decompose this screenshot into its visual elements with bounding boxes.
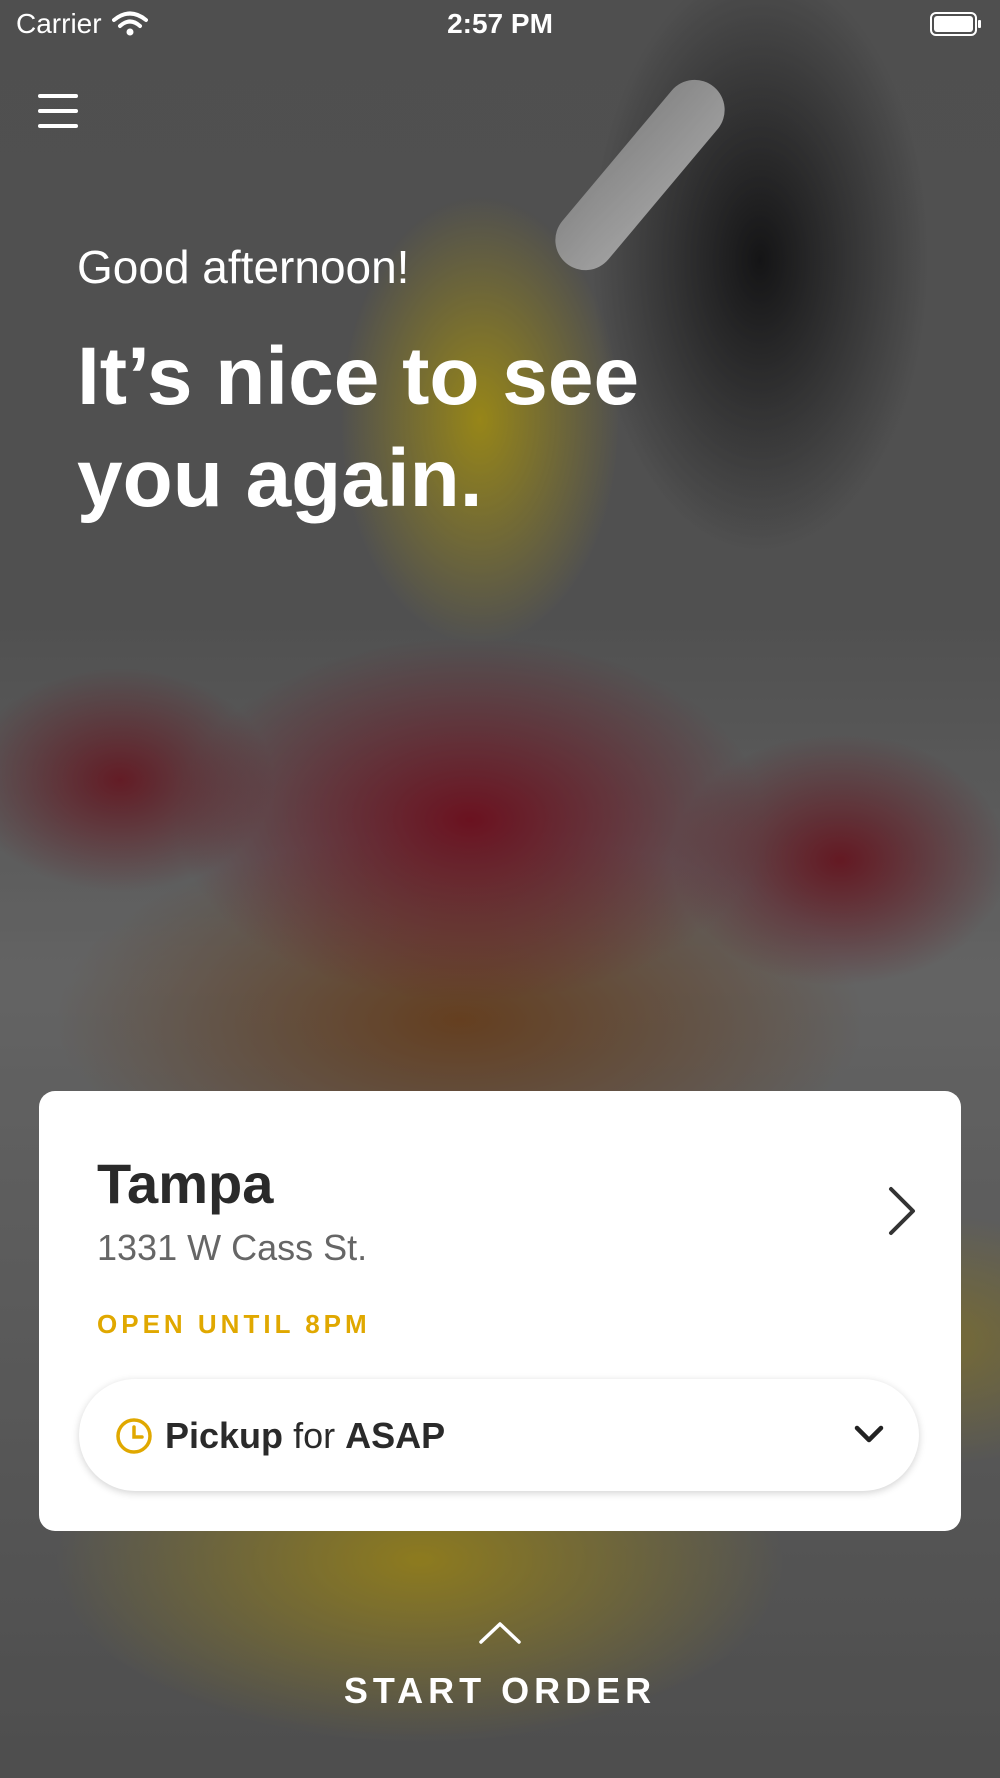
- order-mode-time: ASAP: [345, 1415, 446, 1456]
- location-card[interactable]: Tampa 1331 W Cass St. OPEN UNTIL 8PM Pic…: [39, 1091, 961, 1531]
- chevron-down-icon[interactable]: [853, 1423, 885, 1445]
- menu-icon[interactable]: [38, 94, 78, 130]
- chevron-up-icon: [479, 1622, 521, 1644]
- welcome-headline: It’s nice to see you again.: [77, 331, 640, 524]
- start-order-button[interactable]: START ORDER: [0, 1618, 1000, 1712]
- start-order-label: START ORDER: [343, 1670, 657, 1711]
- battery-icon: [930, 12, 981, 36]
- location-address: 1331 W Cass St.: [97, 1227, 368, 1268]
- order-mode-text: Pickup for ASAP: [165, 1415, 445, 1457]
- order-mode-type: Pickup: [165, 1415, 284, 1456]
- location-hours: OPEN UNTIL 8PM: [97, 1309, 371, 1339]
- chevron-right-icon[interactable]: [881, 1181, 921, 1241]
- clock-icon: [116, 1418, 152, 1454]
- status-bar: Carrier 2:57 PM: [0, 0, 1000, 50]
- greeting-text: Good afternoon!: [77, 241, 410, 293]
- order-mode-selector[interactable]: Pickup for ASAP: [79, 1379, 919, 1491]
- location-city: Tampa: [97, 1152, 274, 1215]
- order-mode-connector: for: [293, 1415, 336, 1456]
- status-time: 2:57 PM: [447, 8, 553, 39]
